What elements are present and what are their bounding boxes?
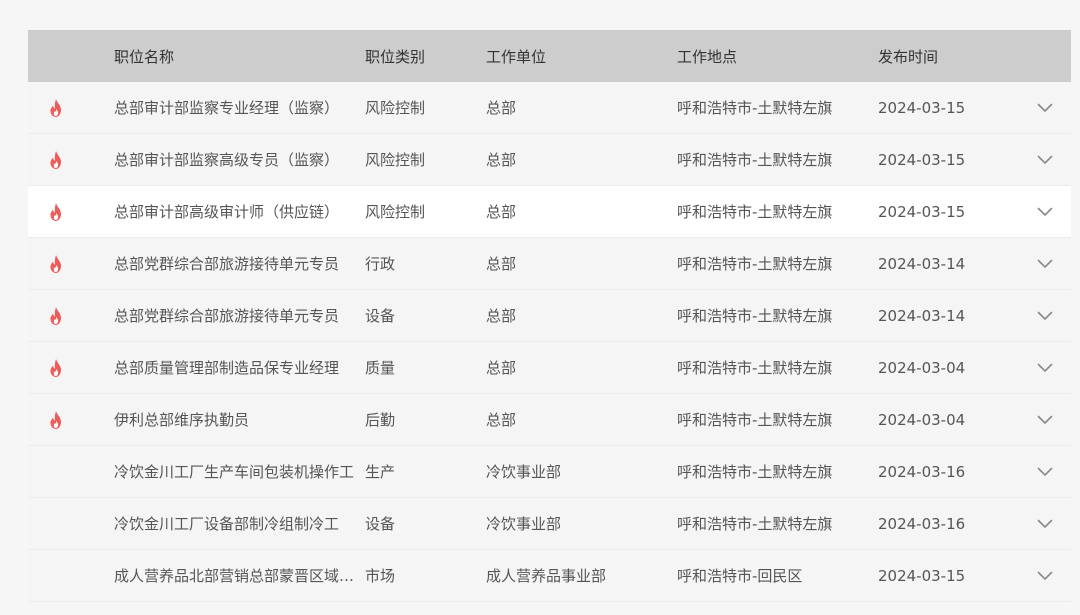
job-unit: 总部	[486, 359, 517, 377]
job-location: 呼和浩特市-土默特左旗	[677, 463, 833, 481]
chevron-down-icon[interactable]	[1018, 363, 1071, 373]
job-title[interactable]: 成人营养品北部营销总部蒙晋区域经理	[114, 565, 365, 586]
job-title[interactable]: 总部审计部监察高级专员（监察）	[114, 149, 365, 170]
job-location: 呼和浩特市-土默特左旗	[677, 515, 833, 533]
job-category: 设备	[365, 515, 396, 533]
job-unit: 总部	[486, 99, 517, 117]
chevron-down-icon[interactable]	[1018, 519, 1071, 529]
fire-icon	[47, 306, 65, 326]
job-location: 呼和浩特市-土默特左旗	[677, 99, 833, 117]
job-unit: 总部	[486, 307, 517, 325]
job-date: 2024-03-04	[878, 410, 966, 429]
table-row[interactable]: 总部审计部高级审计师（供应链） 风险控制 总部 呼和浩特市-土默特左旗 2024-03-…	[28, 186, 1071, 238]
job-date: 2024-03-16	[878, 514, 966, 533]
fire-icon	[47, 98, 65, 118]
job-unit: 总部	[486, 151, 517, 169]
job-category: 行政	[365, 255, 396, 273]
fire-icon	[47, 254, 65, 274]
table-row[interactable]: 总部党群综合部旅游接待单元专员 行政 总部 呼和浩特市-土默特左旗 2024-03-14	[28, 238, 1071, 290]
job-date: 2024-03-14	[878, 306, 966, 325]
job-unit: 总部	[486, 203, 517, 221]
job-category: 风险控制	[365, 203, 426, 221]
header-date: 发布时间	[878, 47, 939, 66]
hot-indicator-cell	[28, 150, 114, 170]
job-location: 呼和浩特市-土默特左旗	[677, 255, 833, 273]
job-title[interactable]: 总部党群综合部旅游接待单元专员	[114, 253, 365, 274]
job-category: 设备	[365, 307, 396, 325]
chevron-down-icon[interactable]	[1018, 207, 1071, 217]
job-category: 生产	[365, 463, 396, 481]
job-title[interactable]: 总部审计部高级审计师（供应链）	[114, 201, 365, 222]
table-row[interactable]: 总部质量管理部制造品保专业经理 质量 总部 呼和浩特市-土默特左旗 2024-03-04	[28, 342, 1071, 394]
job-unit: 冷饮事业部	[486, 463, 562, 481]
job-location: 呼和浩特市-土默特左旗	[677, 151, 833, 169]
header-category: 职位类别	[365, 47, 426, 66]
table-header: 职位名称 职位类别 工作单位 工作地点 发布时间	[28, 30, 1071, 82]
job-category: 后勤	[365, 411, 396, 429]
job-category: 风险控制	[365, 99, 426, 117]
chevron-down-icon[interactable]	[1018, 103, 1071, 113]
fire-icon	[47, 202, 65, 222]
hot-indicator-cell	[28, 254, 114, 274]
hot-indicator-cell	[28, 358, 114, 378]
chevron-down-icon[interactable]	[1018, 415, 1071, 425]
fire-icon	[47, 410, 65, 430]
job-date: 2024-03-15	[878, 150, 966, 169]
header-unit: 工作单位	[486, 47, 547, 66]
chevron-down-icon[interactable]	[1018, 155, 1071, 165]
table-row[interactable]: 总部审计部监察高级专员（监察） 风险控制 总部 呼和浩特市-土默特左旗 2024-03-…	[28, 134, 1071, 186]
header-location: 工作地点	[677, 47, 738, 66]
job-location: 呼和浩特市-回民区	[677, 567, 803, 585]
hot-indicator-cell	[28, 98, 114, 118]
job-unit: 总部	[486, 255, 517, 273]
job-unit: 总部	[486, 411, 517, 429]
job-title[interactable]: 伊利总部维序执勤员	[114, 409, 365, 430]
job-title[interactable]: 总部质量管理部制造品保专业经理	[114, 357, 365, 378]
chevron-down-icon[interactable]	[1018, 311, 1071, 321]
job-date: 2024-03-15	[878, 202, 966, 221]
chevron-down-icon[interactable]	[1018, 571, 1071, 581]
hot-indicator-cell	[28, 306, 114, 326]
job-title[interactable]: 冷饮金川工厂设备部制冷组制冷工	[114, 513, 365, 534]
job-date: 2024-03-04	[878, 358, 966, 377]
job-location: 呼和浩特市-土默特左旗	[677, 307, 833, 325]
job-title[interactable]: 冷饮金川工厂生产车间包装机操作工	[114, 461, 365, 482]
hot-indicator-cell	[28, 410, 114, 430]
job-date: 2024-03-16	[878, 462, 966, 481]
chevron-down-icon[interactable]	[1018, 467, 1071, 477]
job-location: 呼和浩特市-土默特左旗	[677, 359, 833, 377]
table-row[interactable]: 总部审计部监察专业经理（监察） 风险控制 总部 呼和浩特市-土默特左旗 2024-03-…	[28, 82, 1071, 134]
table-body: 总部审计部监察专业经理（监察） 风险控制 总部 呼和浩特市-土默特左旗 2024-03-…	[28, 82, 1071, 602]
hot-indicator-cell	[28, 202, 114, 222]
table-row[interactable]: 成人营养品北部营销总部蒙晋区域经理 市场 成人营养品事业部 呼和浩特市-回民区 2024…	[28, 550, 1071, 602]
table-row[interactable]: 伊利总部维序执勤员 后勤 总部 呼和浩特市-土默特左旗 2024-03-04	[28, 394, 1071, 446]
fire-icon	[47, 358, 65, 378]
table-row[interactable]: 冷饮金川工厂设备部制冷组制冷工 设备 冷饮事业部 呼和浩特市-土默特左旗 2024-03…	[28, 498, 1071, 550]
fire-icon	[47, 150, 65, 170]
job-location: 呼和浩特市-土默特左旗	[677, 203, 833, 221]
job-unit: 冷饮事业部	[486, 515, 562, 533]
job-title[interactable]: 总部审计部监察专业经理（监察）	[114, 97, 365, 118]
job-date: 2024-03-15	[878, 98, 966, 117]
job-category: 风险控制	[365, 151, 426, 169]
table-row[interactable]: 冷饮金川工厂生产车间包装机操作工 生产 冷饮事业部 呼和浩特市-土默特左旗 2024-0…	[28, 446, 1071, 498]
header-title: 职位名称	[114, 47, 175, 66]
job-title[interactable]: 总部党群综合部旅游接待单元专员	[114, 305, 365, 326]
job-category: 市场	[365, 567, 396, 585]
job-category: 质量	[365, 359, 396, 377]
chevron-down-icon[interactable]	[1018, 259, 1071, 269]
job-date: 2024-03-14	[878, 254, 966, 273]
job-table: 职位名称 职位类别 工作单位 工作地点 发布时间 总部审计部监察专业经理（监察）…	[28, 30, 1071, 602]
job-location: 呼和浩特市-土默特左旗	[677, 411, 833, 429]
job-unit: 成人营养品事业部	[486, 567, 607, 585]
job-date: 2024-03-15	[878, 566, 966, 585]
table-row[interactable]: 总部党群综合部旅游接待单元专员 设备 总部 呼和浩特市-土默特左旗 2024-03-14	[28, 290, 1071, 342]
